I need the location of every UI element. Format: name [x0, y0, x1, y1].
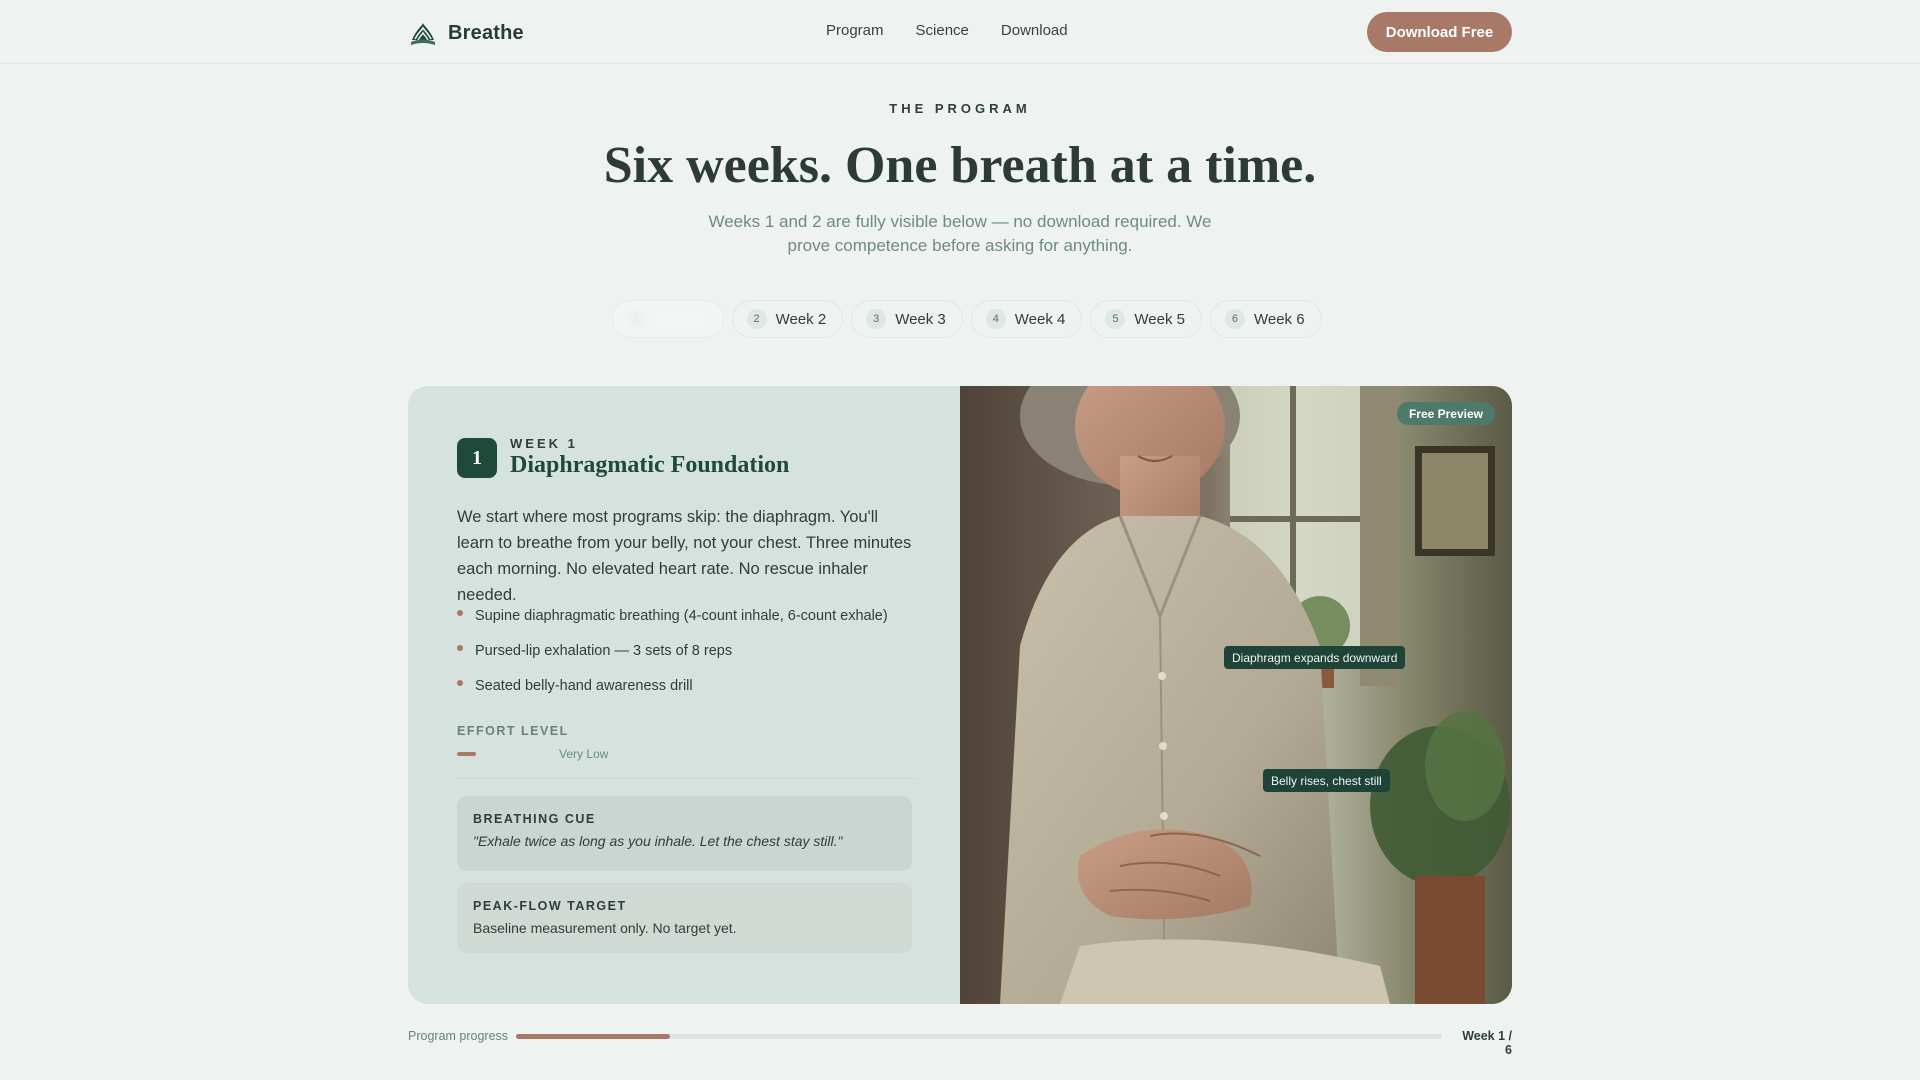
- bullet-dot-icon: [457, 645, 463, 651]
- breathing-woman-illustration: [960, 386, 1512, 1004]
- nav-link-download[interactable]: Download: [1001, 22, 1068, 39]
- list-item: Pursed-lip exhalation — 3 sets of 8 reps: [457, 641, 927, 676]
- breathing-cue-box: BREATHING CUE "Exhale twice as long as y…: [457, 796, 912, 871]
- nav-link-science[interactable]: Science: [916, 22, 969, 39]
- nav-links: Program Science Download: [826, 22, 1068, 39]
- week-card: 1 WEEK 1 Diaphragmatic Foundation We sta…: [408, 386, 1512, 1004]
- bullet-dot-icon: [457, 680, 463, 686]
- bullet-dot-icon: [457, 610, 463, 616]
- exercise-text: Pursed-lip exhalation — 3 sets of 8 reps: [475, 643, 733, 659]
- tab-number: 4: [985, 309, 1006, 329]
- breathing-cue-title: BREATHING CUE: [473, 812, 596, 826]
- week-photo: Free Preview: [960, 386, 1512, 1004]
- page-subtitle: Weeks 1 and 2 are fully visible below — …: [708, 212, 1212, 255]
- top-nav: Breathe Program Science Download Downloa…: [0, 0, 1920, 64]
- free-preview-badge: Free Preview: [1396, 402, 1495, 425]
- tab-label: Week 1: [656, 310, 707, 328]
- nav-link-program[interactable]: Program: [826, 22, 884, 39]
- list-item: Seated belly-hand awareness drill: [457, 676, 927, 711]
- tab-week-4[interactable]: 4 Week 4: [970, 300, 1083, 338]
- week-title: Diaphragmatic Foundation: [510, 452, 790, 478]
- peak-flow-box: PEAK-FLOW TARGET Baseline measurement on…: [457, 883, 912, 953]
- tab-label: Week 4: [1014, 310, 1066, 328]
- tab-number: 1: [627, 309, 647, 329]
- week-description: We start where most programs skip: the d…: [457, 508, 912, 604]
- week-number-badge: 1: [457, 438, 497, 478]
- tab-number: 6: [1224, 309, 1245, 329]
- section-eyebrow: THE PROGRAM: [889, 101, 1031, 116]
- tab-label: Week 6: [1253, 310, 1305, 328]
- brand-name: Breathe: [448, 21, 524, 44]
- week-label: WEEK 1: [510, 436, 578, 451]
- annotation-diaphragm: Diaphragm expands downward: [1224, 646, 1406, 669]
- page-title: Six weeks. One breath at a time.: [603, 137, 1317, 194]
- tab-week-3[interactable]: 3 Week 3: [851, 300, 963, 338]
- progress-label: Program progress: [408, 1029, 509, 1043]
- tab-week-1[interactable]: 1 Week 1: [612, 300, 724, 338]
- annotation-belly: Belly rises, chest still: [1263, 769, 1390, 792]
- tab-label: Week 3: [895, 310, 946, 328]
- tab-week-6[interactable]: 6 Week 6: [1209, 300, 1322, 338]
- effort-bar: [457, 752, 553, 756]
- effort-bar-fill: [457, 752, 477, 756]
- exercise-text: Supine diaphragmatic breathing (4-count …: [475, 608, 888, 624]
- progress-value: Week 1 / 6: [1462, 1029, 1512, 1057]
- tab-number: 5: [1105, 309, 1126, 329]
- download-free-button[interactable]: Download Free: [1367, 12, 1512, 52]
- tab-label: Week 5: [1134, 310, 1185, 328]
- exercise-text: Seated belly-hand awareness drill: [475, 678, 693, 694]
- list-item: Supine diaphragmatic breathing (4-count …: [457, 606, 927, 641]
- tab-week-5[interactable]: 5 Week 5: [1090, 300, 1202, 338]
- tab-label: Week 2: [775, 310, 827, 328]
- peak-flow-title: PEAK-FLOW TARGET: [473, 899, 627, 913]
- tab-number: 2: [746, 309, 767, 329]
- program-progress-fill: [516, 1034, 671, 1039]
- tab-number: 3: [866, 309, 887, 329]
- effort-label: EFFORT LEVEL: [457, 724, 569, 738]
- leaf-logo-icon: [409, 19, 437, 47]
- peak-flow-text: Baseline measurement only. No target yet…: [473, 920, 737, 936]
- tab-week-2[interactable]: 2 Week 2: [731, 300, 844, 338]
- exercise-list: Supine diaphragmatic breathing (4-count …: [457, 606, 927, 711]
- breathing-cue-text: "Exhale twice as long as you inhale. Let…: [473, 833, 843, 849]
- divider: [457, 778, 917, 779]
- week-details: 1 WEEK 1 Diaphragmatic Foundation We sta…: [408, 386, 960, 1004]
- week-tabs: 1 Week 1 2 Week 2 3 Week 3 4 Week 4 5 We…: [612, 300, 1322, 338]
- effort-value: Very Low: [559, 747, 609, 761]
- program-progress-bar: [516, 1034, 1442, 1039]
- brand-link[interactable]: Breathe: [408, 18, 524, 48]
